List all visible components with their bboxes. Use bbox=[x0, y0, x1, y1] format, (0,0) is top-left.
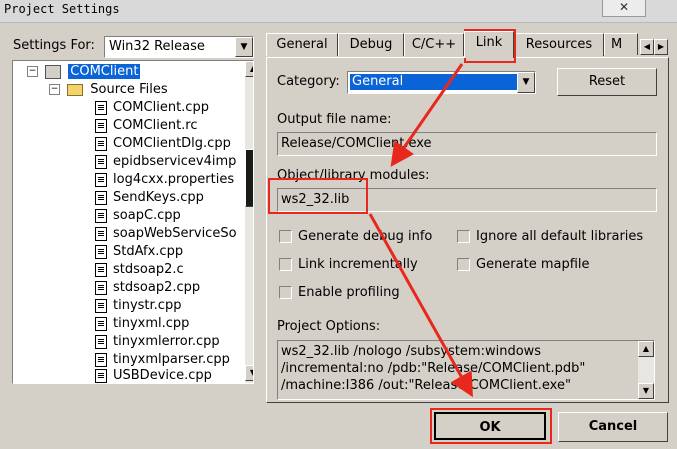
tree-file[interactable]: StdAfx.cpp bbox=[95, 243, 183, 261]
tree-item-project[interactable]: − COMClient bbox=[27, 63, 141, 81]
project-options-line: /incremental:no /pdb:"Release/COMClient.… bbox=[281, 361, 586, 376]
tab-scroll-right-icon[interactable]: ▶ bbox=[654, 39, 668, 55]
project-settings-dialog: Project Settings ✕ Settings For: Win32 R… bbox=[0, 0, 677, 449]
scroll-up-icon[interactable]: ▲ bbox=[245, 61, 253, 77]
file-icon bbox=[95, 280, 107, 295]
project-options-line: /machine:I386 /out:"Release/COMClient.ex… bbox=[281, 378, 571, 393]
tab-resources[interactable]: Resources bbox=[514, 33, 604, 56]
link-tab-panel: Category: General ▼ Reset Output file na… bbox=[266, 57, 669, 403]
checkbox-icon[interactable] bbox=[279, 230, 292, 243]
file-icon bbox=[95, 136, 107, 151]
tab-general[interactable]: General bbox=[266, 33, 338, 56]
scroll-down-icon[interactable]: ▼ bbox=[245, 365, 253, 381]
tree-file[interactable]: COMClient.cpp bbox=[95, 99, 209, 117]
tab-link[interactable]: Link bbox=[464, 31, 514, 58]
project-icon bbox=[45, 64, 62, 79]
checkbox-icon[interactable] bbox=[457, 230, 470, 243]
ok-button[interactable]: OK bbox=[434, 412, 546, 440]
options-scrollbar[interactable]: ▲ ▼ bbox=[638, 341, 654, 399]
file-icon bbox=[95, 368, 107, 383]
tree-file[interactable]: USBDevice.cpp bbox=[95, 367, 212, 383]
file-icon bbox=[95, 190, 107, 205]
file-icon bbox=[95, 172, 107, 187]
file-icon bbox=[95, 352, 107, 367]
tree-file[interactable]: stdsoap2.cpp bbox=[95, 279, 200, 297]
collapse-icon[interactable]: − bbox=[27, 66, 38, 77]
chevron-down-icon[interactable]: ▼ bbox=[517, 72, 535, 93]
category-select[interactable]: General ▼ bbox=[347, 71, 536, 94]
tree-file[interactable]: COMClientDlg.cpp bbox=[95, 135, 231, 153]
tree-file[interactable]: tinyxml.cpp bbox=[95, 315, 189, 333]
file-icon bbox=[95, 208, 107, 223]
tree-file[interactable]: soapWebServiceSo bbox=[95, 225, 237, 243]
tree-file[interactable]: COMClient.rc bbox=[95, 117, 198, 135]
scroll-thumb[interactable] bbox=[245, 149, 253, 207]
tree-file[interactable]: epidbservicev4imp bbox=[95, 153, 236, 171]
file-icon bbox=[95, 100, 107, 115]
project-options-line: ws2_32.lib /nologo /subsystem:windows bbox=[281, 344, 542, 359]
tree-file[interactable]: log4cxx.properties bbox=[95, 171, 234, 189]
reset-button[interactable]: Reset bbox=[557, 68, 657, 96]
file-icon bbox=[95, 154, 107, 169]
project-options-textarea[interactable]: ws2_32.lib /nologo /subsystem:windows /i… bbox=[277, 340, 655, 400]
object-modules-field[interactable]: ws2_32.lib bbox=[277, 188, 657, 212]
tree-file[interactable]: tinyxmlerror.cpp bbox=[95, 333, 220, 351]
file-icon bbox=[95, 226, 107, 241]
cancel-button[interactable]: Cancel bbox=[558, 412, 668, 442]
file-icon bbox=[95, 298, 107, 313]
profiling-checkbox[interactable]: Enable profiling bbox=[279, 285, 400, 301]
folder-name: Source Files bbox=[90, 82, 168, 97]
tree-file[interactable]: stdsoap2.c bbox=[95, 261, 184, 279]
tree-file[interactable]: tinystr.cpp bbox=[95, 297, 181, 315]
folder-icon bbox=[67, 83, 84, 96]
output-file-label: Output file name: bbox=[277, 112, 392, 127]
settings-for-select[interactable]: Win32 Release ▼ bbox=[104, 36, 254, 58]
file-icon bbox=[95, 244, 107, 259]
debug-info-checkbox[interactable]: Generate debug info bbox=[279, 229, 432, 245]
category-label: Category: bbox=[277, 74, 340, 89]
settings-for-value: Win32 Release bbox=[109, 39, 205, 54]
category-value: General bbox=[350, 74, 517, 90]
chevron-down-icon[interactable]: ▼ bbox=[235, 37, 253, 57]
checkbox-icon[interactable] bbox=[457, 258, 470, 271]
tree-scrollbar[interactable]: ▲ ▼ bbox=[245, 61, 253, 383]
project-name: COMClient bbox=[68, 64, 141, 79]
tab-cc[interactable]: C/C++ bbox=[404, 33, 464, 56]
project-tree[interactable]: − COMClient − Source Files COMClient.cpp… bbox=[12, 60, 254, 384]
scroll-up-icon[interactable]: ▲ bbox=[638, 341, 654, 357]
file-icon bbox=[95, 262, 107, 277]
tree-item-folder[interactable]: − Source Files bbox=[49, 81, 168, 99]
tab-more[interactable]: M bbox=[604, 33, 638, 55]
mapfile-checkbox[interactable]: Generate mapfile bbox=[457, 257, 590, 273]
tree-file[interactable]: SendKeys.cpp bbox=[95, 189, 204, 207]
project-options-label: Project Options: bbox=[277, 319, 381, 334]
link-incrementally-checkbox[interactable]: Link incrementally bbox=[279, 257, 418, 273]
file-icon bbox=[95, 118, 107, 133]
checkbox-icon[interactable] bbox=[279, 258, 292, 271]
file-icon bbox=[95, 316, 107, 331]
object-modules-label: Object/library modules: bbox=[277, 168, 430, 183]
close-button[interactable]: ✕ bbox=[602, 0, 646, 17]
tree-file[interactable]: soapC.cpp bbox=[95, 207, 181, 225]
checkbox-icon[interactable] bbox=[279, 286, 292, 299]
settings-for-label: Settings For: bbox=[13, 38, 95, 53]
scroll-down-icon[interactable]: ▼ bbox=[638, 383, 654, 399]
title-bar: Project Settings ✕ bbox=[0, 0, 677, 23]
tab-debug[interactable]: Debug bbox=[338, 33, 404, 56]
collapse-icon[interactable]: − bbox=[49, 84, 60, 95]
ignore-libs-checkbox[interactable]: Ignore all default libraries bbox=[457, 229, 643, 245]
file-icon bbox=[95, 334, 107, 349]
tab-scroll-left-icon[interactable]: ◀ bbox=[640, 39, 654, 55]
window-title: Project Settings bbox=[4, 2, 120, 16]
output-file-field[interactable]: Release/COMClient.exe bbox=[277, 132, 657, 156]
